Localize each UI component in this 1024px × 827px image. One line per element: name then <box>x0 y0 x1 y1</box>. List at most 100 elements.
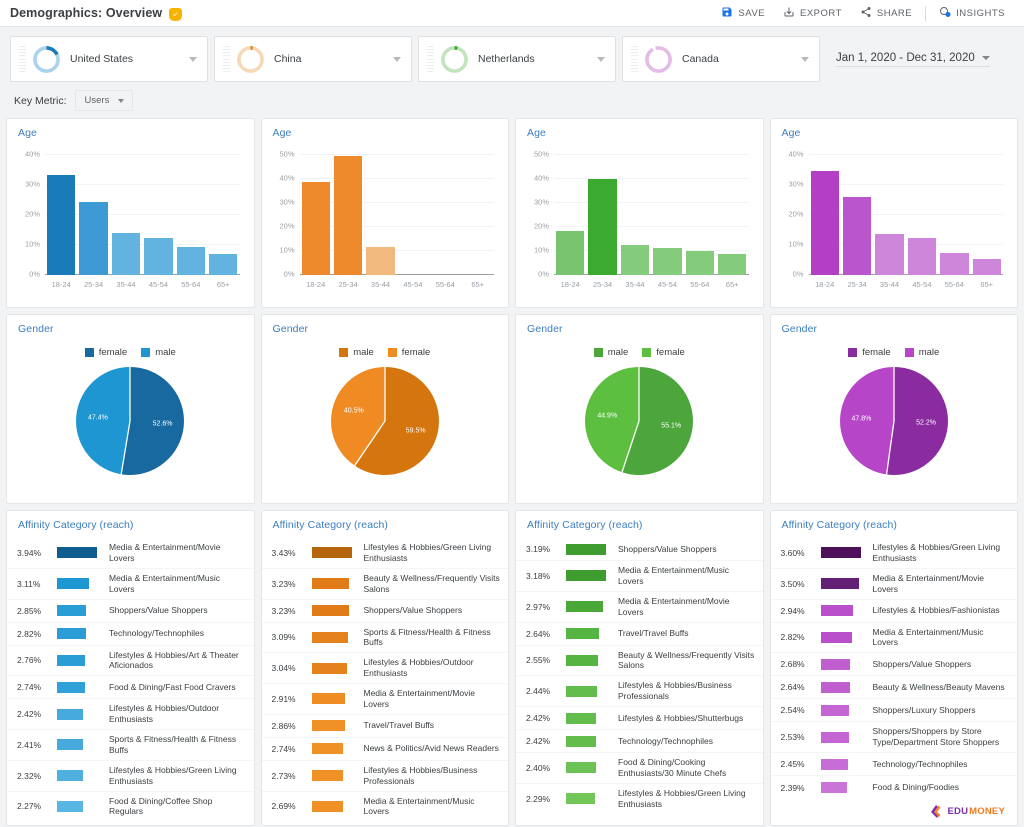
bar-column[interactable]: 18-24 <box>301 155 330 289</box>
list-item[interactable]: 2.42% Lifestyles & Hobbies/Outdoor Enthus… <box>7 699 254 730</box>
bar-column[interactable]: 25-34 <box>79 155 108 289</box>
list-item[interactable]: 2.42% Lifestyles & Hobbies/Shutterbugs <box>516 707 763 730</box>
legend-item[interactable]: female <box>84 347 127 358</box>
pie-chart[interactable]: 59.5% 40.5% <box>330 367 439 475</box>
list-item[interactable]: 2.41% Sports & Fitness/Health & Fitness B… <box>7 730 254 761</box>
list-item[interactable]: 2.40% Food & Dining/Cooking Enthusiasts/3… <box>516 753 763 784</box>
list-item[interactable]: 2.68% Shoppers/Value Shoppers <box>770 653 1017 677</box>
bar-column[interactable]: 18-24 <box>810 155 839 289</box>
bar-column[interactable]: 35-44 <box>366 155 395 289</box>
chevron-down-icon[interactable] <box>189 56 197 62</box>
list-item[interactable]: 3.94% Media & Entertainment/Movie Lovers <box>7 538 254 569</box>
list-item[interactable]: 3.23% Shoppers/Value Shoppers <box>261 600 508 623</box>
export-button[interactable]: EXPORT <box>774 3 851 24</box>
bar[interactable] <box>907 238 937 275</box>
bar-column[interactable]: 65+ <box>464 155 492 289</box>
pie-chart[interactable]: 52.6% 47.4% <box>76 367 185 475</box>
list-item[interactable]: 2.82% Media & Entertainment/Music Lovers <box>770 623 1017 654</box>
bar-column[interactable]: 35-44 <box>111 155 141 289</box>
segment-selector-united-states[interactable]: United States <box>10 36 208 82</box>
share-button[interactable]: SHARE <box>851 3 921 24</box>
bar[interactable] <box>940 252 969 275</box>
date-range-picker[interactable]: Jan 1, 2020 - Dec 31, 2020 <box>836 52 990 67</box>
list-item[interactable]: 3.50% Media & Entertainment/Movie Lovers <box>770 569 1017 600</box>
bar[interactable] <box>972 259 1001 275</box>
bar[interactable] <box>653 248 682 275</box>
pie-chart[interactable]: 52.2% 47.8% <box>839 367 948 475</box>
bar-column[interactable]: 65+ <box>718 155 747 289</box>
legend-item[interactable]: female <box>642 347 685 358</box>
bar-column[interactable]: 65+ <box>209 155 238 289</box>
bar-column[interactable]: 45-54 <box>907 155 937 289</box>
bar-column[interactable]: 45-54 <box>144 155 173 289</box>
list-item[interactable]: 2.82% Technology/Technophiles <box>7 623 254 646</box>
list-item[interactable]: 2.86% Travel/Travel Buffs <box>261 715 508 738</box>
list-item[interactable]: 3.23% Beauty & Wellness/Frequently Visits… <box>261 569 508 600</box>
bar[interactable] <box>875 233 904 275</box>
legend-item[interactable]: male <box>904 347 939 358</box>
chevron-down-icon[interactable] <box>393 56 401 62</box>
key-metric-select[interactable]: Users <box>74 90 134 111</box>
list-item[interactable]: 2.53% Shoppers/Shoppers by Store Type/Dep… <box>770 722 1017 753</box>
bar[interactable] <box>144 238 173 275</box>
legend-item[interactable]: male <box>141 347 176 358</box>
bar-column[interactable]: 25-34 <box>588 155 617 289</box>
bar-column[interactable]: 35-44 <box>875 155 904 289</box>
list-item[interactable]: 2.64% Travel/Travel Buffs <box>516 623 763 646</box>
bar-column[interactable]: 55-64 <box>431 155 459 289</box>
list-item[interactable]: 2.54% Shoppers/Luxury Shoppers <box>770 699 1017 723</box>
bar[interactable] <box>810 170 839 275</box>
bar-column[interactable]: 18-24 <box>556 155 585 289</box>
list-item[interactable]: 2.55% Beauty & Wellness/Frequently Visits… <box>516 646 763 677</box>
list-item[interactable]: 2.64% Beauty & Wellness/Beauty Mavens <box>770 676 1017 700</box>
bar[interactable] <box>718 254 747 275</box>
pie-chart[interactable]: 55.1% 44.9% <box>585 367 694 475</box>
bar[interactable] <box>111 233 141 275</box>
list-item[interactable]: 3.19% Shoppers/Value Shoppers <box>516 538 763 561</box>
list-item[interactable]: 2.42% Technology/Technophiles <box>516 730 763 753</box>
bar-column[interactable]: 55-64 <box>176 155 206 289</box>
list-item[interactable]: 2.76% Lifestyles & Hobbies/Art & Theater … <box>7 646 254 677</box>
list-item[interactable]: 2.45% Technology/Technophiles <box>770 753 1017 776</box>
list-item[interactable]: 2.73% Lifestyles & Hobbies/Business Profe… <box>261 761 508 792</box>
bar[interactable] <box>47 174 76 275</box>
bar[interactable] <box>556 231 585 275</box>
bar[interactable] <box>209 254 238 275</box>
bar[interactable] <box>176 247 206 275</box>
insights-button[interactable]: INSIGHTS <box>930 3 1014 24</box>
bar[interactable] <box>588 179 617 275</box>
bar[interactable] <box>366 247 395 275</box>
list-item[interactable]: 2.27% Food & Dining/Coffee Shop Regulars <box>7 792 254 822</box>
bar-column[interactable]: 45-54 <box>399 155 427 289</box>
bar[interactable] <box>301 182 330 275</box>
bar-column[interactable]: 18-24 <box>47 155 76 289</box>
bar-column[interactable]: 25-34 <box>333 155 363 289</box>
bar-column[interactable]: 55-64 <box>685 155 715 289</box>
bar[interactable] <box>842 197 872 275</box>
bar[interactable] <box>685 251 715 275</box>
list-item[interactable]: 2.74% News & Politics/Avid News Readers <box>261 738 508 761</box>
bar[interactable] <box>333 156 363 275</box>
segment-selector-canada[interactable]: Canada <box>622 36 820 82</box>
list-item[interactable]: 2.32% Lifestyles & Hobbies/Green Living E… <box>7 761 254 792</box>
list-item[interactable]: 2.44% Lifestyles & Hobbies/Business Profe… <box>516 676 763 707</box>
chevron-down-icon[interactable] <box>801 56 809 62</box>
list-item[interactable]: 3.04% Lifestyles & Hobbies/Outdoor Enthus… <box>261 653 508 684</box>
list-item[interactable]: 2.74% Food & Dining/Fast Food Cravers <box>7 676 254 700</box>
list-item[interactable]: 3.18% Media & Entertainment/Music Lovers <box>516 561 763 592</box>
list-item[interactable]: 3.11% Media & Entertainment/Music Lovers <box>7 569 254 600</box>
bar[interactable] <box>79 201 108 275</box>
save-button[interactable]: SAVE <box>712 3 774 24</box>
list-item[interactable]: 2.29% Lifestyles & Hobbies/Green Living E… <box>516 784 763 814</box>
bar-column[interactable]: 25-34 <box>842 155 872 289</box>
bar[interactable] <box>620 245 650 275</box>
list-item[interactable]: 2.39% Food & Dining/Foodies <box>771 776 1018 799</box>
legend-item[interactable]: female <box>848 347 891 358</box>
list-item[interactable]: 3.60% Lifestyles & Hobbies/Green Living E… <box>770 538 1017 569</box>
list-item[interactable]: 2.91% Media & Entertainment/Movie Lovers <box>261 684 508 715</box>
legend-item[interactable]: female <box>387 347 430 358</box>
list-item[interactable]: 3.09% Sports & Fitness/Health & Fitness B… <box>261 623 508 654</box>
list-item[interactable]: 2.97% Media & Entertainment/Movie Lovers <box>516 592 763 623</box>
list-item[interactable]: 3.43% Lifestyles & Hobbies/Green Living E… <box>261 538 508 569</box>
legend-item[interactable]: male <box>339 347 374 358</box>
